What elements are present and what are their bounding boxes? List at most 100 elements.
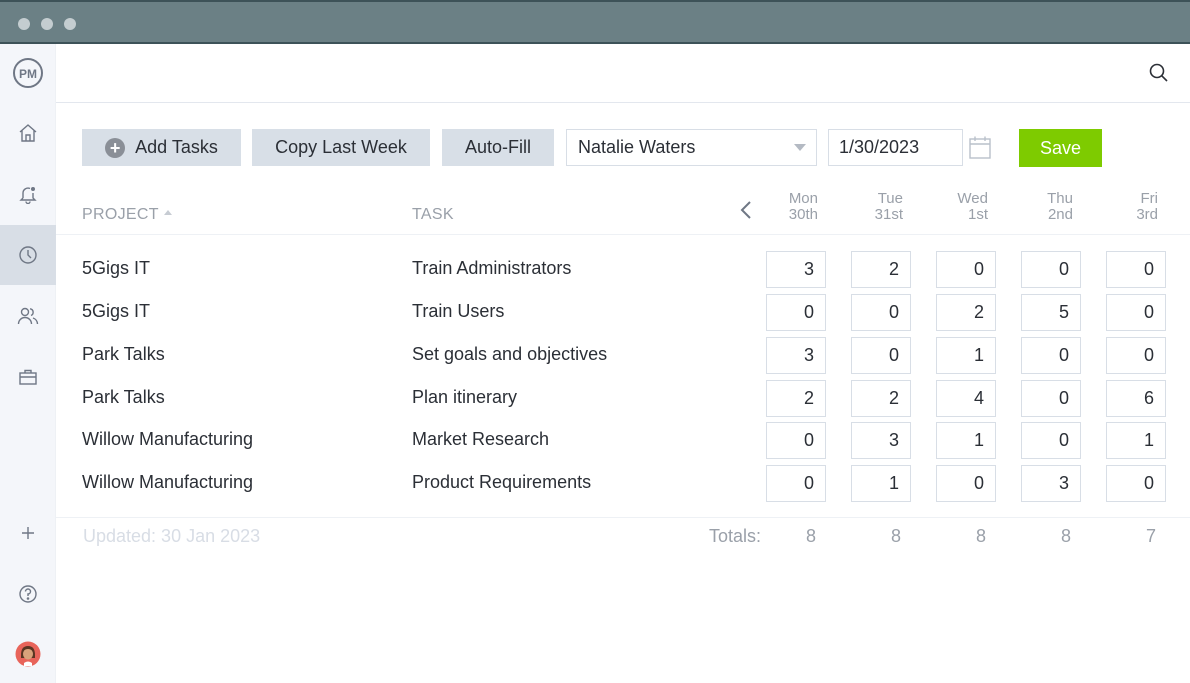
day-date: 2nd — [1047, 206, 1073, 223]
hours-input[interactable]: 0 — [1106, 337, 1166, 374]
sidebar-add-button[interactable] — [0, 503, 56, 563]
calendar-icon — [969, 136, 991, 159]
day-date: 31st — [874, 206, 903, 223]
hours-input[interactable]: 0 — [766, 465, 826, 502]
hours-input[interactable]: 0 — [936, 251, 996, 288]
calendar-button[interactable] — [968, 135, 992, 166]
day-name: Tue — [877, 190, 903, 207]
user-select[interactable]: Natalie Waters — [566, 129, 817, 166]
hours-input[interactable]: 0 — [851, 337, 911, 374]
task-cell: Train Administrators — [412, 258, 572, 278]
copy-last-week-label: Copy Last Week — [275, 137, 407, 157]
sort-ascending-icon — [163, 210, 172, 216]
column-header-project[interactable]: PROJECT — [82, 206, 172, 224]
day-name: Fri — [1140, 190, 1159, 207]
hours-input[interactable]: 1 — [1106, 422, 1166, 459]
project-header-label: PROJECT — [82, 206, 159, 223]
hours-input[interactable]: 6 — [1106, 380, 1166, 417]
hours-input[interactable]: 0 — [1106, 465, 1166, 502]
clock-icon — [19, 246, 37, 264]
task-cell: Product Requirements — [412, 472, 592, 492]
help-icon — [19, 585, 37, 603]
hours-input[interactable]: 0 — [1021, 337, 1081, 374]
footer-divider — [56, 517, 1190, 518]
sidebar-help-button[interactable] — [0, 564, 56, 624]
day-total: 8 — [890, 526, 901, 546]
chevron-down-icon — [794, 144, 806, 151]
chevron-left-icon — [740, 201, 751, 219]
briefcase-icon — [19, 369, 37, 385]
svg-text:PM: PM — [19, 67, 37, 81]
window-close-button[interactable] — [18, 18, 30, 30]
sidebar-item-notifications[interactable] — [0, 164, 56, 224]
day-name: Wed — [957, 190, 988, 207]
task-cell: Train Users — [412, 301, 505, 321]
add-tasks-label: Add Tasks — [135, 137, 218, 157]
project-cell: 5Gigs IT — [82, 301, 151, 321]
hours-input[interactable]: 5 — [1021, 294, 1081, 331]
sidebar-item-timesheets[interactable] — [0, 225, 56, 285]
task-cell: Set goals and objectives — [412, 344, 608, 364]
project-cell: Willow Manufacturing — [82, 429, 254, 449]
day-header: Mon 30th — [758, 191, 818, 223]
top-bar — [56, 44, 1190, 103]
hours-input[interactable]: 4 — [936, 380, 996, 417]
task-cell: Market Research — [412, 429, 550, 449]
sidebar-item-projects[interactable] — [0, 347, 56, 407]
hours-input[interactable]: 2 — [936, 294, 996, 331]
users-icon — [17, 307, 39, 325]
auto-fill-button[interactable]: Auto-Fill — [442, 129, 554, 166]
day-total: 8 — [975, 526, 986, 546]
hours-input[interactable]: 3 — [1021, 465, 1081, 502]
hours-input[interactable]: 2 — [851, 251, 911, 288]
save-button[interactable]: Save — [1019, 129, 1102, 167]
day-header: Tue 31st — [843, 191, 903, 223]
hours-input[interactable]: 3 — [766, 337, 826, 374]
hours-input[interactable]: 1 — [851, 465, 911, 502]
sidebar-item-team[interactable] — [0, 286, 56, 346]
hours-input[interactable]: 1 — [936, 337, 996, 374]
save-label: Save — [1039, 137, 1082, 158]
hours-input[interactable]: 0 — [766, 422, 826, 459]
day-date: 30th — [788, 206, 818, 223]
project-cell: Park Talks — [82, 387, 165, 407]
day-name: Thu — [1047, 190, 1073, 207]
hours-input[interactable]: 2 — [851, 380, 911, 417]
hours-input[interactable]: 0 — [766, 294, 826, 331]
hours-input[interactable]: 0 — [1021, 251, 1081, 288]
day-header: Fri 3rd — [1098, 191, 1158, 223]
avatar — [15, 641, 41, 667]
hours-input[interactable]: 3 — [851, 422, 911, 459]
window-minimize-button[interactable] — [41, 18, 53, 30]
day-header: Wed 1st — [928, 191, 988, 223]
hours-input[interactable]: 0 — [1106, 294, 1166, 331]
hours-input[interactable]: 2 — [766, 380, 826, 417]
hours-input[interactable]: 3 — [766, 251, 826, 288]
window-titlebar — [0, 0, 1190, 44]
updated-timestamp: Updated: 30 Jan 2023 — [83, 526, 261, 546]
column-header-task[interactable]: TASK — [412, 206, 454, 224]
date-value: 1/30/2023 — [839, 137, 920, 157]
hours-input[interactable]: 1 — [936, 422, 996, 459]
sidebar: PM — [0, 44, 56, 683]
hours-input[interactable]: 0 — [936, 465, 996, 502]
hours-input[interactable]: 0 — [851, 294, 911, 331]
previous-week-button[interactable] — [736, 198, 756, 222]
day-date: 3rd — [1136, 206, 1158, 223]
search-button[interactable] — [1148, 62, 1170, 84]
window-maximize-button[interactable] — [64, 18, 76, 30]
app-logo[interactable]: PM — [0, 44, 56, 102]
plus-circle-icon: + — [105, 137, 126, 158]
hours-input[interactable]: 0 — [1106, 251, 1166, 288]
copy-last-week-button[interactable]: Copy Last Week — [252, 129, 430, 166]
sidebar-profile-button[interactable] — [0, 624, 56, 683]
pm-logo-icon: PM — [13, 58, 43, 88]
hours-input[interactable]: 0 — [1021, 380, 1081, 417]
totals-label: Totals: — [709, 526, 762, 546]
day-header: Thu 2nd — [1013, 191, 1073, 223]
add-tasks-button[interactable]: + Add Tasks — [82, 129, 241, 166]
sidebar-item-home[interactable] — [0, 103, 56, 163]
project-cell: Park Talks — [82, 344, 165, 364]
hours-input[interactable]: 0 — [1021, 422, 1081, 459]
date-input[interactable]: 1/30/2023 — [828, 129, 963, 166]
